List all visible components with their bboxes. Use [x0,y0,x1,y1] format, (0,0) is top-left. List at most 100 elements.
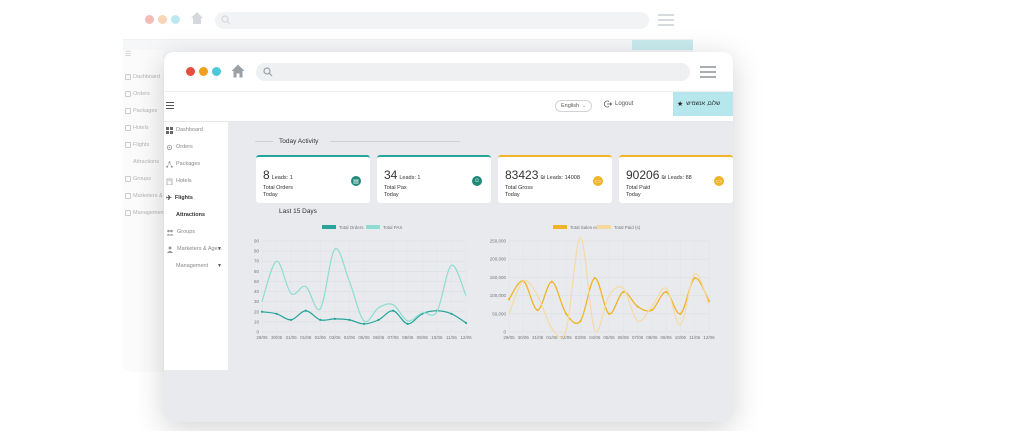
x-tick-label: 07/06 [632,335,644,340]
x-tick-label: 01/06 [546,335,558,340]
stat-value-line: 34 Leads: 1 [384,168,420,182]
y-tick-label: 60 [254,269,260,274]
sidebar-item-packages[interactable]: Packages [166,159,226,169]
legend-label[interactable]: Total Sales ex [570,225,599,230]
hamburger-menu-icon[interactable] [700,66,716,78]
menu-toggle-icon: ☰ [125,51,132,58]
data-point[interactable] [406,322,409,326]
user-icon: ☺ [472,176,482,186]
sidebar-item-marketers[interactable]: Marketers & Age... ▼ [166,244,226,254]
data-point[interactable] [579,319,582,323]
data-point[interactable] [304,309,307,312]
x-tick-label: 12/06 [703,335,715,340]
sidebar-item-label: Flights [174,195,193,201]
data-point[interactable] [650,309,653,312]
y-tick-label: 150,000 [490,275,507,280]
x-tick-label: 01/06 [300,335,312,340]
today-activity-title: Today Activity [279,138,319,145]
background-url-bar [215,12,649,29]
data-point[interactable] [333,317,336,320]
legend-swatch[interactable] [366,225,380,229]
stat-card-gross[interactable]: 83423 ₪ Leads: 14008 Total Gross Today ▭ [498,155,612,203]
language-value: English [561,103,580,109]
data-point[interactable] [319,318,322,321]
sidebar-item-hotels[interactable]: Hotels [166,176,226,186]
data-point[interactable] [290,318,293,321]
y-tick-label: 40 [254,289,260,294]
data-point[interactable] [464,321,468,324]
minimize-dot-icon[interactable] [199,67,208,76]
close-dot-icon[interactable] [186,67,195,76]
data-point[interactable] [450,312,453,315]
data-point[interactable] [275,312,278,315]
x-tick-label: 05/06 [358,335,370,340]
sidebar-item-management[interactable]: Management ▼ [166,261,226,271]
data-point[interactable] [348,318,351,321]
maximize-dot-icon [171,15,180,24]
sidebar-item-groups[interactable]: Groups [166,227,226,237]
data-point[interactable] [665,290,668,294]
data-point[interactable] [536,309,539,312]
legend-label[interactable]: Total Paid (s) [614,225,641,230]
data-point[interactable] [693,277,696,280]
legend-swatch[interactable] [553,225,567,229]
x-tick-label: 07/06 [388,335,400,340]
data-point[interactable] [679,312,682,315]
data-point[interactable] [607,312,611,315]
sidebar-item-orders[interactable]: Orders [166,142,226,152]
x-tick-label: 05/06 [603,335,615,340]
maximize-dot-icon[interactable] [212,67,221,76]
data-point[interactable] [362,322,366,326]
stat-label: Total Paid [626,185,651,191]
chevron-down-icon: ▼ [217,246,222,252]
sidebar-item-label: Management [176,263,209,269]
x-tick-label: 10/06 [675,335,687,340]
sidebar-item-flights[interactable]: ✈ Flights [166,193,226,203]
data-point[interactable] [636,305,639,308]
data-point[interactable] [593,277,596,280]
data-point[interactable] [507,298,511,301]
stat-card-paid[interactable]: 90206 ₪ Leads: 88 Total Paid Today ▭ [619,155,733,203]
wallet-icon: ▭ [714,176,724,186]
data-point[interactable] [622,290,625,294]
stat-card-pax[interactable]: 34 Leads: 1 Total Pax Today ☺ [377,155,491,203]
x-tick-label: 12/06 [460,335,472,340]
stat-label: Total Orders [263,185,293,191]
star-icon: ★ [677,101,684,108]
background-user-badge [632,40,693,50]
title-divider [255,141,273,142]
language-select[interactable]: English ⌄ [555,100,593,112]
url-bar[interactable] [256,63,690,81]
x-tick-label: 30/05 [518,335,530,340]
legend-label[interactable]: Total PAX [383,225,402,230]
background-window-controls [145,15,180,24]
background-sidebar-item: Dashboard [125,74,160,80]
y-tick-label: 80 [254,249,260,254]
legend-label[interactable]: Total Orders [339,225,364,230]
user-badge[interactable]: ★ שלום, אנשמיש [673,92,733,116]
stat-leads: ₪ Leads: 14008 [540,175,580,181]
data-point[interactable] [260,310,264,313]
data-point[interactable] [565,312,568,315]
stat-value-line: 83423 ₪ Leads: 14008 [505,168,580,182]
sidebar-item-dashboard[interactable]: Dashboard [166,125,226,135]
search-icon [221,15,231,25]
x-tick-label: 29/05 [256,335,268,340]
sidebar-item-label: Orders [176,144,193,150]
stat-card-orders[interactable]: 8 Leads: 1 Total Orders Today ▤ [256,155,370,203]
background-sidebar: ☰ Dashboard Orders Packages Hotels Fligh… [123,50,165,372]
legend-swatch[interactable] [322,225,336,229]
sidebar-toggle-icon[interactable] [166,102,174,109]
y-tick-label: 200,000 [490,257,507,262]
chart-legend: Total Sales ex Total Paid (s) [553,225,641,230]
home-icon[interactable] [230,63,246,79]
data-point[interactable] [550,280,553,283]
dashboard-content: Today Activity 8 Leads: 1 Total Orders To… [228,122,733,422]
legend-swatch[interactable] [597,225,611,229]
sales-paid-chart: Total Sales ex Total Paid (s) 0 50,000 100,0… [490,225,715,340]
sidebar-item-attractions[interactable]: Attractions [166,210,226,220]
x-tick-label: 03/06 [329,335,341,340]
data-point[interactable] [392,309,395,312]
logout-button[interactable]: Logout [604,100,633,108]
data-point[interactable] [377,318,380,321]
